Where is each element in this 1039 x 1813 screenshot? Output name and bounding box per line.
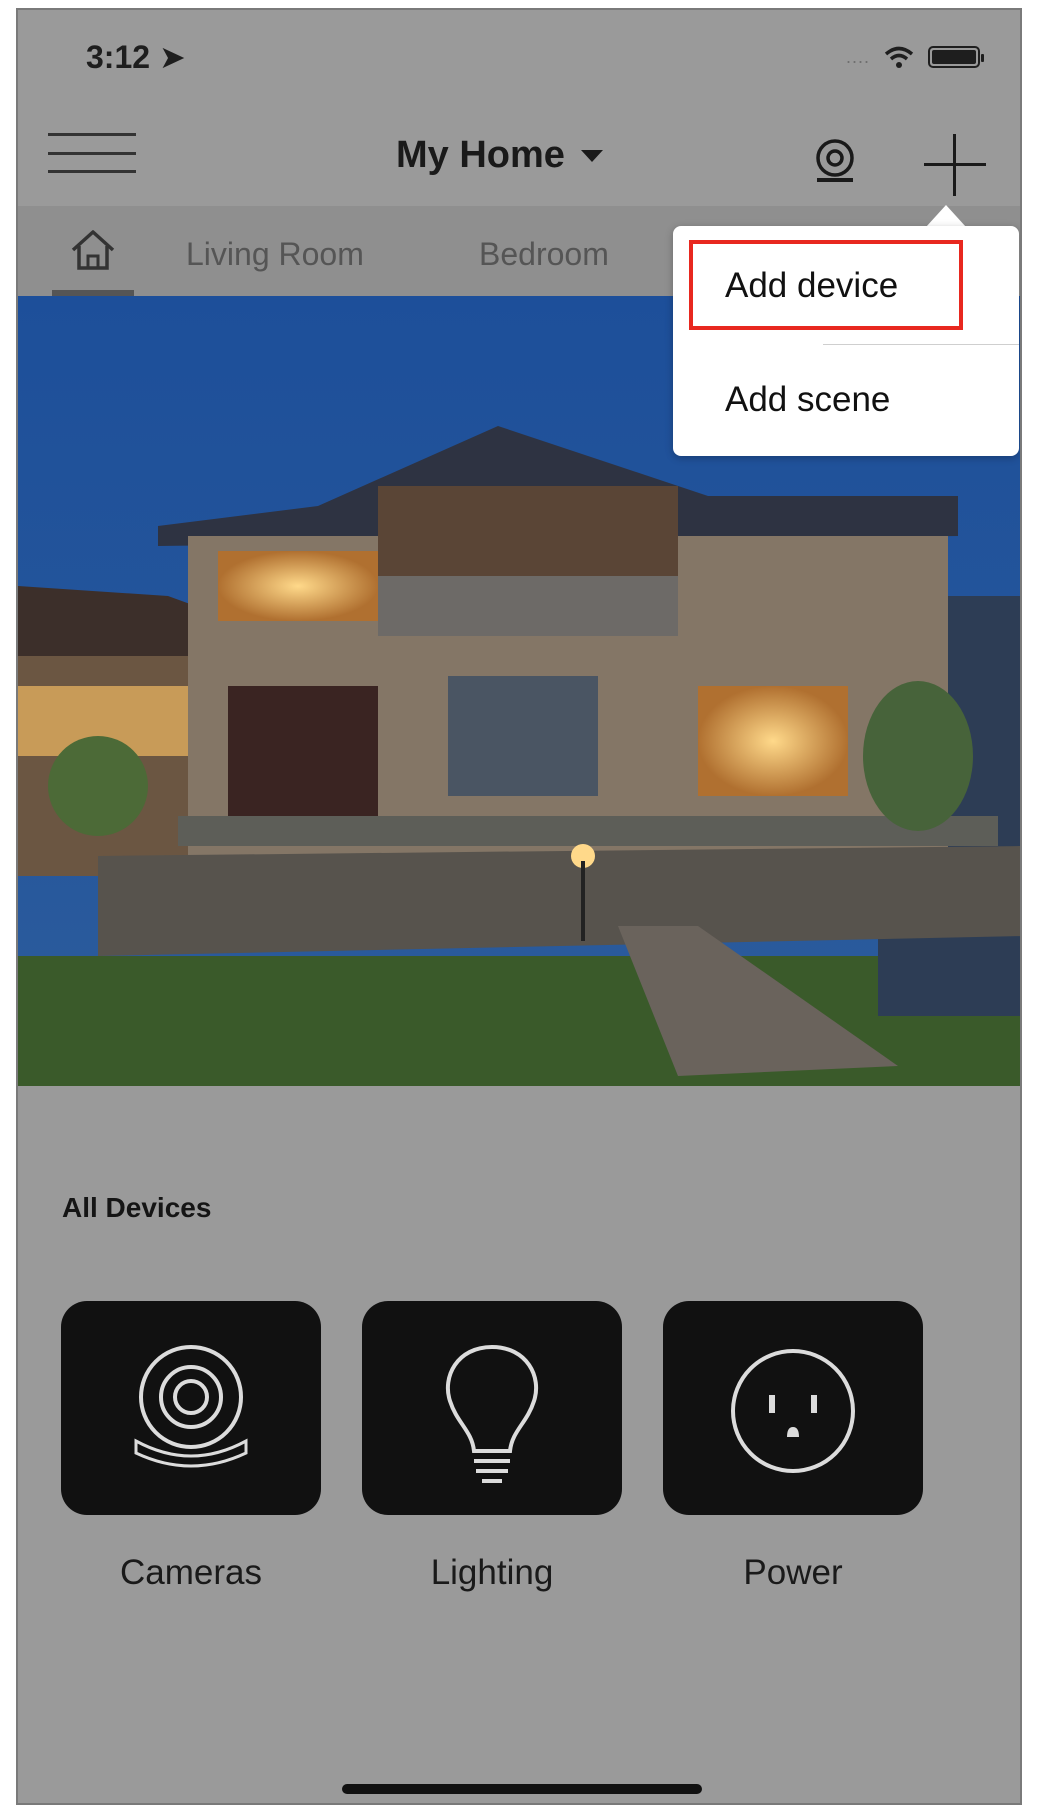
tab-bedroom[interactable]: Bedroom bbox=[479, 236, 609, 273]
battery-icon bbox=[928, 46, 984, 68]
menu-item-add-scene[interactable]: Add scene bbox=[725, 380, 890, 420]
lightbulb-icon bbox=[445, 1344, 539, 1483]
camera-header-icon[interactable] bbox=[812, 138, 858, 184]
camera-icon bbox=[134, 1345, 248, 1468]
app-screen: 3:12 ➤ .... My Home Living Room Bedroom … bbox=[16, 8, 1022, 1805]
menu-item-add-device[interactable]: Add device bbox=[725, 266, 898, 306]
device-tile-cameras[interactable] bbox=[61, 1301, 321, 1515]
all-devices-title: All Devices bbox=[62, 1192, 212, 1223]
tab-home[interactable] bbox=[52, 222, 134, 296]
status-time: 3:12 ➤ bbox=[86, 39, 186, 75]
signal-icon: .... bbox=[845, 46, 870, 67]
home-icon bbox=[71, 230, 115, 270]
home-indicator[interactable] bbox=[342, 1784, 702, 1794]
add-dropdown-menu: Add device Add scene bbox=[673, 226, 1019, 456]
device-label-lighting: Lighting bbox=[430, 1553, 554, 1592]
tab-living-room[interactable]: Living Room bbox=[186, 236, 364, 273]
device-tile-power[interactable] bbox=[663, 1301, 923, 1515]
device-label-power: Power bbox=[743, 1553, 843, 1592]
menu-divider bbox=[823, 344, 1019, 345]
caret-down-icon bbox=[580, 149, 603, 162]
wifi-icon bbox=[884, 46, 914, 68]
power-outlet-icon bbox=[731, 1349, 855, 1473]
home-title: My Home bbox=[396, 134, 565, 176]
status-indicators: .... bbox=[845, 46, 984, 68]
home-selector[interactable]: My Home bbox=[396, 134, 603, 177]
hamburger-menu-icon[interactable] bbox=[48, 133, 136, 173]
menu-pointer bbox=[926, 205, 966, 227]
device-tile-lighting[interactable] bbox=[362, 1301, 622, 1515]
plus-icon[interactable] bbox=[924, 134, 986, 196]
device-label-cameras: Cameras bbox=[120, 1553, 262, 1592]
